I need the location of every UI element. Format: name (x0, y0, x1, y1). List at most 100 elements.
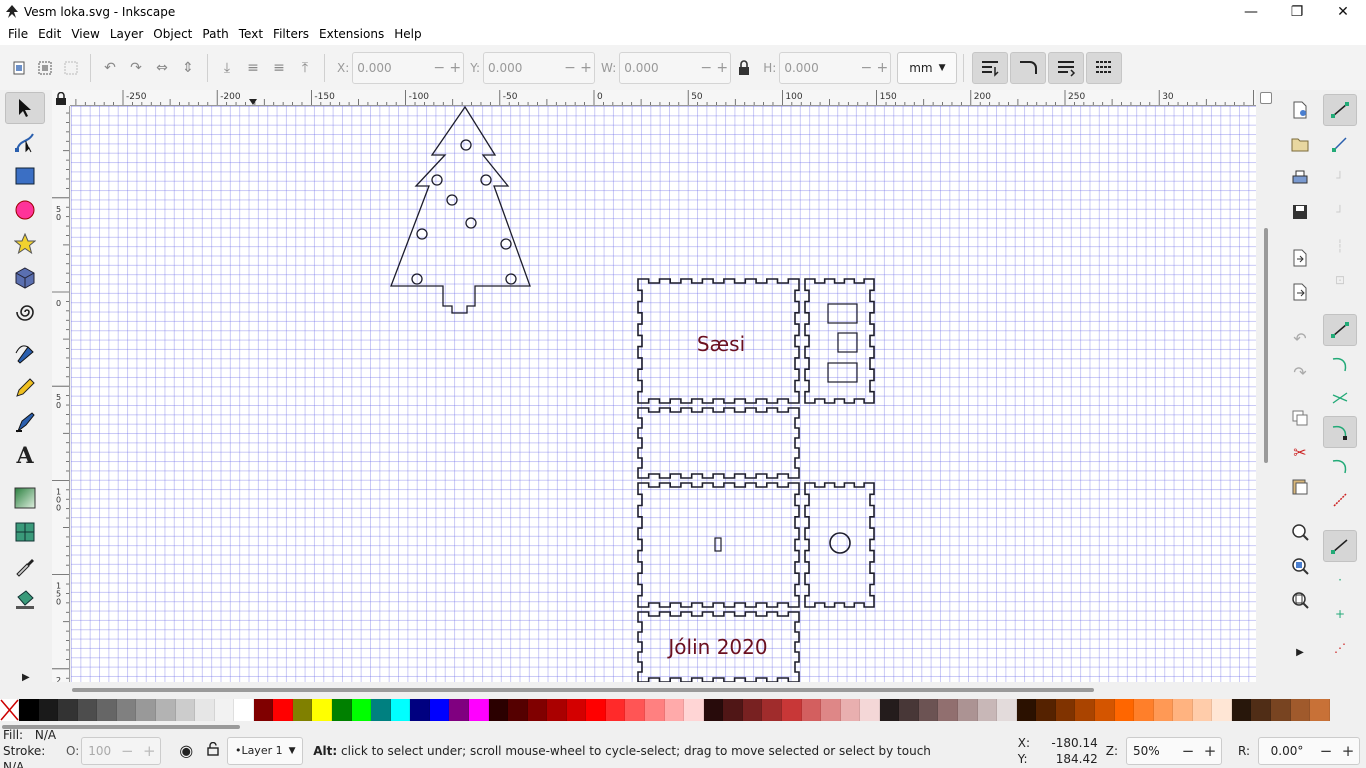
scale-stroke-toggle-icon[interactable] (972, 51, 1009, 84)
maximize-button[interactable]: ❐ (1274, 0, 1320, 23)
layer-select[interactable]: •Layer 1 ▼ (227, 736, 304, 765)
rotate-decrement-button[interactable]: − (1315, 742, 1337, 760)
scale-corners-toggle-icon[interactable] (1010, 51, 1047, 84)
color-swatch[interactable] (1212, 699, 1232, 721)
menu-help[interactable]: Help (390, 27, 425, 41)
color-swatch[interactable] (449, 699, 469, 721)
color-swatch[interactable] (19, 699, 39, 721)
color-swatch[interactable] (742, 699, 763, 721)
side-panel-top[interactable] (804, 278, 875, 404)
opacity-decrement-button[interactable]: − (116, 742, 138, 760)
gradient-tool-icon[interactable] (5, 482, 45, 514)
selector-tool-icon[interactable] (5, 92, 45, 124)
color-swatch[interactable] (762, 699, 782, 721)
color-swatch[interactable] (547, 699, 567, 721)
opacity-increment-button[interactable]: + (138, 742, 160, 760)
select-all-icon[interactable] (6, 55, 32, 81)
flip-vertical-icon[interactable]: ⇕ (175, 55, 201, 81)
color-swatch[interactable] (879, 699, 900, 721)
layer-lock-icon[interactable] (207, 741, 219, 759)
snap-bbox-edge-icon[interactable]: ┘ (1323, 162, 1357, 194)
color-swatch[interactable] (1192, 699, 1213, 721)
open-document-icon[interactable] (1283, 128, 1317, 160)
vertical-scrollbar[interactable] (1256, 90, 1276, 682)
bezier-pen-tool-icon[interactable] (5, 338, 45, 370)
color-swatch[interactable] (527, 699, 548, 721)
color-swatch[interactable] (1251, 699, 1271, 721)
color-swatch[interactable] (97, 699, 117, 721)
color-swatch[interactable] (840, 699, 861, 721)
color-swatch[interactable] (997, 699, 1017, 721)
menu-extensions[interactable]: Extensions (315, 27, 388, 41)
color-swatch[interactable] (410, 699, 430, 721)
snap-rotation-centers-icon[interactable]: + (1323, 598, 1357, 630)
color-swatch[interactable] (664, 699, 685, 721)
color-swatch[interactable] (390, 699, 411, 721)
3d-box-tool-icon[interactable] (5, 262, 45, 294)
snap-bbox-midpoint-icon[interactable]: ┆ (1323, 230, 1357, 262)
menu-filters[interactable]: Filters (269, 27, 313, 41)
horizontal-scrollbar[interactable] (70, 682, 1256, 696)
color-swatch[interactable] (1173, 699, 1193, 721)
color-swatch[interactable] (312, 699, 332, 721)
snap-bbox-icon[interactable] (1323, 128, 1357, 160)
color-swatch[interactable] (508, 699, 528, 721)
spiral-tool-icon[interactable] (5, 296, 45, 328)
color-swatch[interactable] (1075, 699, 1095, 721)
menu-edit[interactable]: Edit (34, 27, 65, 41)
unit-select[interactable]: mm ▼ (897, 51, 958, 84)
x-input[interactable] (353, 53, 432, 82)
color-swatch[interactable] (1055, 699, 1076, 721)
h-increment-button[interactable]: + (874, 60, 890, 76)
color-swatch[interactable] (136, 699, 156, 721)
color-swatch[interactable] (703, 699, 724, 721)
commands-expand-icon[interactable]: ▶ (1283, 636, 1317, 668)
lock-ratio-icon[interactable] (731, 55, 757, 81)
fill-stroke-indicator[interactable]: Fill: N/A Stroke: N/A (0, 727, 66, 768)
snap-bbox-center-icon[interactable]: ⊡ (1323, 264, 1357, 296)
color-swatch[interactable] (938, 699, 958, 721)
w-decrement-button[interactable]: − (698, 60, 714, 76)
color-swatch[interactable] (821, 699, 841, 721)
zoom-in-button[interactable]: + (1199, 742, 1221, 760)
cut-icon[interactable]: ✂ (1283, 436, 1317, 468)
color-swatch[interactable] (116, 699, 137, 721)
menu-path[interactable]: Path (198, 27, 232, 41)
transform-gradients-toggle-icon[interactable] (1048, 51, 1085, 84)
h-input[interactable] (780, 53, 859, 82)
color-swatch[interactable] (273, 699, 293, 721)
color-swatch[interactable] (429, 699, 450, 721)
print-icon[interactable] (1283, 162, 1317, 194)
snap-smooth-nodes-icon[interactable] (1323, 450, 1357, 482)
snap-bbox-corner-icon[interactable]: ┘ (1323, 196, 1357, 228)
mesh-tool-icon[interactable] (5, 516, 45, 548)
saesi-text[interactable]: Sæsi (697, 332, 745, 356)
color-swatch[interactable] (195, 699, 215, 721)
color-swatch[interactable] (1290, 699, 1311, 721)
calligraphy-tool-icon[interactable] (5, 406, 45, 438)
color-swatch[interactable] (253, 699, 274, 721)
x-decrement-button[interactable]: − (431, 60, 447, 76)
rectangle-tool-icon[interactable] (5, 160, 45, 192)
w-increment-button[interactable]: + (714, 60, 730, 76)
menu-view[interactable]: View (67, 27, 103, 41)
color-swatch[interactable] (1094, 699, 1115, 721)
undo-icon[interactable]: ↶ (1283, 322, 1317, 354)
color-swatch[interactable] (77, 699, 98, 721)
save-icon[interactable] (1283, 196, 1317, 228)
menu-file[interactable]: File (4, 27, 32, 41)
color-swatch[interactable] (155, 699, 176, 721)
color-swatch[interactable] (468, 699, 489, 721)
raise-icon[interactable]: ≡ (266, 55, 292, 81)
paste-icon[interactable] (1283, 470, 1317, 502)
opacity-value[interactable]: 100 (82, 744, 116, 758)
guides-lock-icon[interactable] (52, 90, 70, 106)
import-icon[interactable] (1283, 242, 1317, 274)
side-panel-bottom[interactable] (804, 482, 875, 608)
pencil-tool-icon[interactable] (5, 372, 45, 404)
transform-patterns-toggle-icon[interactable] (1086, 51, 1123, 84)
color-swatch[interactable] (723, 699, 743, 721)
color-swatch[interactable] (977, 699, 998, 721)
snap-text-baseline-icon[interactable]: ⋰ (1323, 632, 1357, 664)
color-swatch[interactable] (586, 699, 606, 721)
